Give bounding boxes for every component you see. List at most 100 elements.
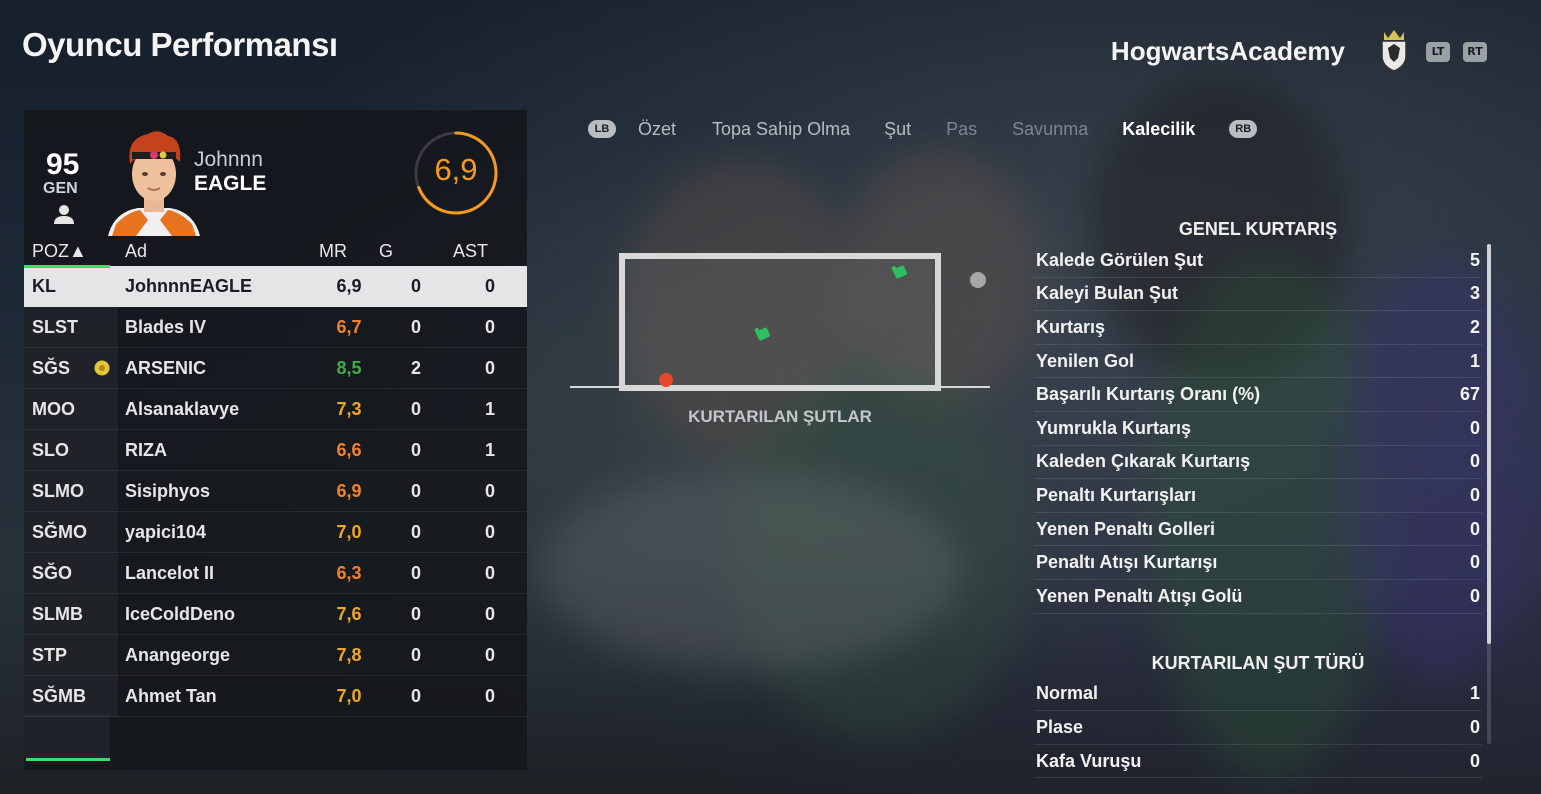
row-match-rating-text: 7,8 — [336, 644, 362, 665]
stat-label: Kalede Görülen Şut — [1036, 249, 1204, 270]
table-row[interactable]: SLO RIZA 6,6 0 1 — [24, 429, 527, 471]
row-goals: 0 — [379, 429, 453, 471]
row-assists-text: 0 — [484, 603, 495, 624]
row-assists-text: 0 — [484, 685, 495, 706]
pos-column-bottom-line — [26, 758, 110, 761]
row-goals: 0 — [379, 388, 453, 430]
tab-pas[interactable]: Pas — [946, 119, 977, 140]
stat-label: Yenen Penaltı Atışı Golü — [1036, 585, 1243, 606]
stat-value: 0 — [1469, 585, 1480, 606]
row-goals: 0 — [379, 634, 453, 676]
row-assists: 0 — [453, 675, 527, 717]
row-player-name-text: Alsanaklavye — [125, 398, 240, 419]
row-position: KL — [24, 266, 118, 307]
team-name: HogwartsAcademy — [1110, 36, 1345, 66]
stat-row: Yenen Penaltı Atışı Golü 0 — [1034, 580, 1482, 614]
row-position: SĞS — [24, 347, 118, 389]
row-player-name: Anangeorge — [118, 634, 319, 676]
stat-row: Plase 0 — [1034, 711, 1482, 745]
row-position-text: SLST — [32, 316, 79, 337]
row-goals-text: 0 — [410, 562, 421, 583]
column-header-g[interactable]: G — [379, 236, 453, 266]
goal-shot-map — [570, 253, 990, 391]
row-match-rating: 6,6 — [319, 429, 379, 471]
stat-row: Kafa Vuruşu 0 — [1034, 745, 1482, 779]
lb-button[interactable]: LB — [588, 120, 616, 138]
stat-row: Kalede Görülen Şut 5 — [1034, 244, 1482, 278]
row-match-rating: 6,7 — [319, 306, 379, 348]
row-goals-text: 0 — [410, 521, 421, 542]
row-goals: 0 — [379, 306, 453, 348]
row-position: SĞO — [24, 552, 118, 594]
row-player-name: ARSENIC — [118, 347, 319, 389]
row-goals-text: 0 — [410, 644, 421, 665]
row-assists: 0 — [453, 470, 527, 512]
row-match-rating-text: 8,5 — [336, 357, 362, 378]
lt-button[interactable]: LT — [1426, 42, 1450, 62]
row-player-name: yapici104 — [118, 511, 319, 553]
row-match-rating: 7,6 — [319, 593, 379, 635]
stat-value: 2 — [1469, 316, 1480, 337]
table-row[interactable]: SLST Blades IV 6,7 0 0 — [24, 306, 527, 348]
table-row[interactable]: SĞMO yapici104 7,0 0 0 — [24, 511, 527, 553]
tab-topa-sahip-olma[interactable]: Topa Sahip Olma — [712, 119, 850, 140]
row-position: SĞMO — [24, 511, 118, 553]
table-header: POZ▲ Ad MR G AST — [24, 236, 527, 266]
row-assists-text: 1 — [484, 439, 495, 460]
row-position-text: SĞS — [32, 357, 71, 378]
row-assists: 1 — [453, 429, 527, 471]
row-goals-text: 0 — [410, 439, 421, 460]
row-match-rating-text: 7,3 — [336, 398, 362, 419]
row-position-text: SĞO — [32, 562, 73, 583]
row-match-rating-text: 6,9 — [336, 275, 362, 296]
sort-indicator-line — [24, 265, 110, 268]
tab-ozet[interactable]: Özet — [638, 119, 676, 140]
row-goals-text: 2 — [410, 357, 421, 378]
row-match-rating: 7,0 — [319, 675, 379, 717]
pos-column-fill — [24, 714, 110, 758]
row-position: SLO — [24, 429, 118, 471]
stat-label: Normal — [1036, 683, 1099, 704]
row-position-text: SLMO — [32, 480, 84, 501]
row-player-name-text: Lancelot II — [125, 562, 215, 583]
column-header-pos[interactable]: POZ▲ — [24, 236, 118, 266]
tab-sut[interactable]: Şut — [884, 119, 911, 140]
row-position: SLMB — [24, 593, 118, 635]
table-row[interactable]: SĞO Lancelot II 6,3 0 0 — [24, 552, 527, 594]
column-header-name[interactable]: Ad — [118, 236, 319, 266]
row-player-name-text: JohnnnEAGLE — [125, 275, 252, 296]
person-icon — [54, 205, 74, 224]
player-performance-panel: 95 GEN Johnnn EAGLE 6,9 POZ▲ Ad MR G AST… — [24, 110, 527, 770]
row-player-name: RIZA — [118, 429, 319, 471]
row-player-name-text: Blades IV — [125, 316, 207, 337]
tab-kalecilik[interactable]: Kalecilik — [1122, 119, 1195, 140]
row-assists: 1 — [453, 388, 527, 430]
row-goals-text: 0 — [410, 398, 421, 419]
row-player-name-text: RIZA — [125, 439, 167, 460]
stat-row: Yenilen Gol 1 — [1034, 345, 1482, 379]
tab-savunma[interactable]: Savunma — [1012, 119, 1088, 140]
players-table: POZ▲ Ad MR G AST KL JohnnnEAGLE 6,9 0 0 SLST B… — [24, 236, 527, 717]
table-row[interactable]: SLMO Sisiphyos 6,9 0 0 — [24, 470, 527, 512]
row-position-text: SĞMO — [32, 521, 88, 542]
row-match-rating-text: 6,6 — [336, 439, 362, 460]
row-assists: 0 — [453, 634, 527, 676]
table-row[interactable]: STP Anangeorge 7,8 0 0 — [24, 634, 527, 676]
row-player-name: Sisiphyos — [118, 470, 319, 512]
row-player-name-text: IceColdDeno — [125, 603, 236, 624]
rt-button[interactable]: RT — [1463, 42, 1487, 62]
table-row[interactable]: SĞS ARSENIC 8,5 2 0 — [24, 347, 527, 389]
row-assists: 0 — [453, 552, 527, 594]
stat-value: 0 — [1469, 552, 1480, 573]
table-row[interactable]: KL JohnnnEAGLE 6,9 0 0 — [24, 266, 527, 307]
column-header-mr[interactable]: MR — [319, 236, 379, 266]
table-row[interactable]: MOO Alsanaklavye 7,3 0 1 — [24, 388, 527, 430]
rb-button[interactable]: RB — [1229, 120, 1258, 138]
table-row[interactable]: SLMB IceColdDeno 7,6 0 0 — [24, 593, 527, 635]
gen-value: 95 — [46, 148, 80, 181]
row-goals: 0 — [379, 675, 453, 717]
row-position-text: KL — [32, 275, 56, 296]
stats-scrollbar-thumb[interactable] — [1487, 244, 1491, 644]
column-header-ast[interactable]: AST — [453, 236, 527, 266]
table-row[interactable]: SĞMB Ahmet Tan 7,0 0 0 — [24, 675, 527, 717]
